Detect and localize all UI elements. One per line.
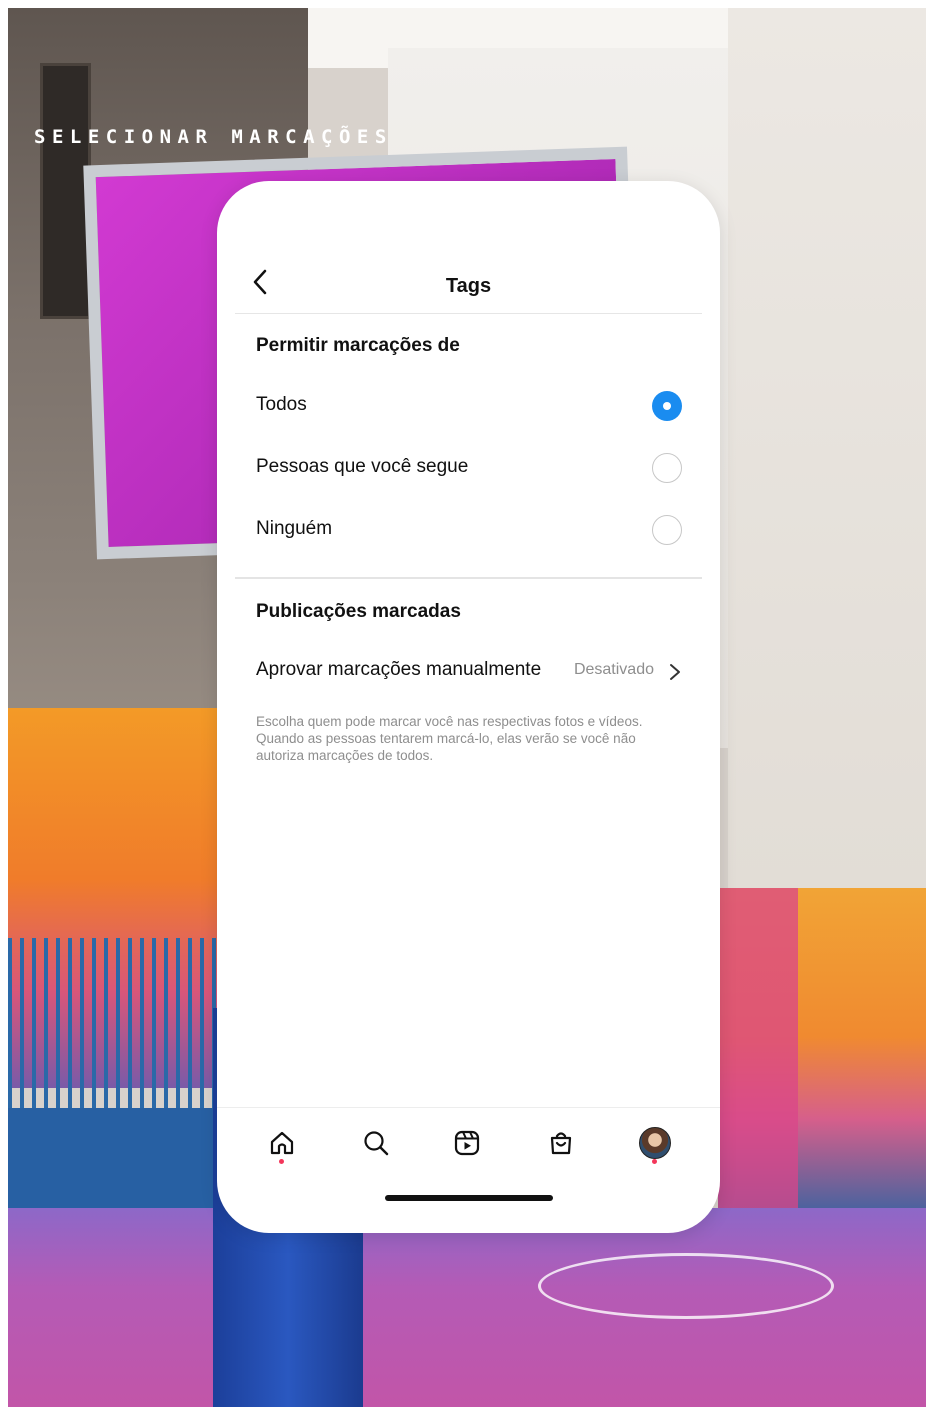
radio-selected[interactable] [652, 391, 682, 421]
tab-search[interactable] [356, 1123, 396, 1163]
tagged-section-title: Publicações marcadas [256, 601, 461, 622]
option-label: Ninguém [256, 518, 333, 539]
option-label: Pessoas que você segue [256, 456, 469, 477]
home-icon [270, 1131, 294, 1155]
court-circle [538, 1253, 834, 1319]
permit-section-title: Permitir marcações de [256, 335, 460, 356]
shop-icon [550, 1132, 572, 1155]
page-title: Tags [445, 275, 492, 297]
search-icon [364, 1131, 389, 1156]
overlay-label: SELECIONAR MARCAÇÕES [34, 126, 393, 148]
reels-icon [454, 1130, 480, 1156]
tab-reels[interactable] [447, 1123, 487, 1163]
option-ninguem[interactable]: Ninguém [235, 502, 702, 560]
section-divider [235, 577, 702, 579]
home-indicator [385, 1195, 553, 1201]
option-todos[interactable]: Todos [235, 378, 702, 436]
notification-dot [652, 1159, 657, 1164]
option-label: Todos [256, 394, 307, 415]
radio-unselected[interactable] [652, 453, 682, 483]
tab-home[interactable] [262, 1123, 302, 1164]
painted-wall-accent [718, 888, 798, 1218]
right-wall [728, 8, 926, 888]
tab-shop[interactable] [541, 1123, 581, 1163]
tab-bar [217, 1107, 720, 1178]
radio-unselected[interactable] [652, 515, 682, 545]
option-pessoas-que-voce-segue[interactable]: Pessoas que você segue [235, 440, 702, 498]
tab-profile[interactable] [635, 1123, 675, 1164]
approve-tags-manually-row[interactable]: Aprovar marcações manualmente Desativado [235, 651, 702, 695]
header-divider [235, 313, 702, 314]
approve-status: Desativado [573, 661, 654, 678]
approve-label: Aprovar marcações manualmente [256, 659, 542, 680]
chevron-right-icon [670, 664, 680, 680]
notification-dot [279, 1159, 284, 1164]
phone-screen: Tags Permitir marcações de Todos Pessoas… [217, 181, 720, 1233]
profile-avatar [639, 1127, 671, 1159]
help-text: Escolha quem pode marcar você nas respec… [256, 714, 643, 763]
